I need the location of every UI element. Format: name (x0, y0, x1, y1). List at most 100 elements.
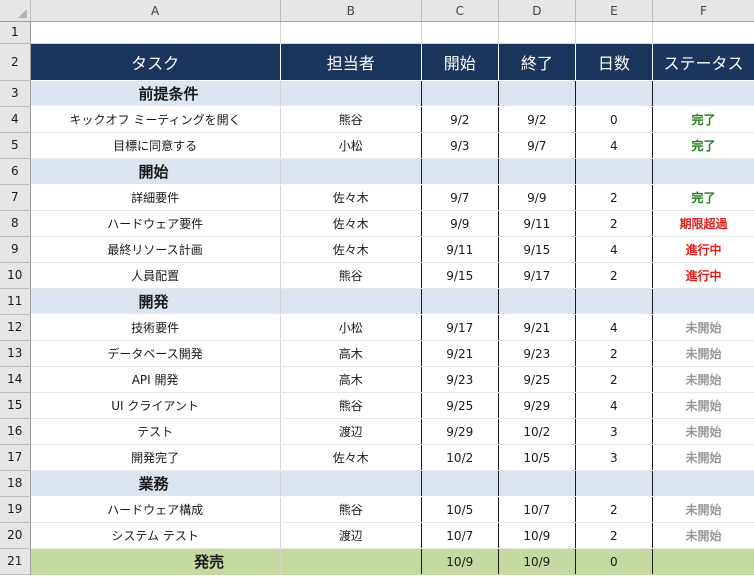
cell-days[interactable]: 2 (575, 522, 653, 549)
row-header[interactable]: 13 (0, 340, 31, 367)
cell-task[interactable]: 開発完了 (30, 444, 281, 471)
cell-start[interactable]: 9/3 (421, 132, 499, 159)
cell-owner[interactable]: 佐々木 (280, 236, 422, 263)
cell-end[interactable] (498, 470, 576, 497)
cell[interactable] (575, 21, 653, 44)
cell-end[interactable]: 10/9 (498, 548, 576, 575)
cell-end[interactable]: 10/9 (498, 522, 576, 549)
cell-start[interactable]: 9/2 (421, 106, 499, 133)
cell-owner[interactable]: 佐々木 (280, 184, 422, 211)
row-header[interactable]: 19 (0, 496, 31, 523)
cell-status[interactable]: 未開始 (652, 444, 754, 471)
header-start[interactable]: 開始 (421, 43, 499, 81)
cell-days[interactable]: 2 (575, 496, 653, 523)
cell-days[interactable]: 3 (575, 418, 653, 445)
cell[interactable] (652, 21, 754, 44)
cell-days[interactable]: 2 (575, 340, 653, 367)
cell-days[interactable] (575, 470, 653, 497)
header-owner[interactable]: 担当者 (280, 43, 422, 81)
cell-status[interactable]: 未開始 (652, 496, 754, 523)
cell-owner[interactable]: 高木 (280, 366, 422, 393)
cell-days[interactable] (575, 288, 653, 315)
cell-owner[interactable]: 高木 (280, 340, 422, 367)
cell-owner[interactable]: 熊谷 (280, 392, 422, 419)
row-header[interactable]: 5 (0, 132, 31, 159)
cell-start[interactable]: 9/11 (421, 236, 499, 263)
cell-task[interactable]: キックオフ ミーティングを開く (30, 106, 281, 133)
column-header-f[interactable]: F (652, 0, 754, 22)
cell-task[interactable]: 技術要件 (30, 314, 281, 341)
cell-task[interactable]: ハードウェア構成 (30, 496, 281, 523)
cell-start[interactable] (421, 80, 499, 107)
cell-status[interactable]: 未開始 (652, 418, 754, 445)
cell-owner[interactable]: 佐々木 (280, 444, 422, 471)
cell-status[interactable]: 未開始 (652, 522, 754, 549)
cell-task[interactable]: 人員配置 (30, 262, 281, 289)
cell-days[interactable]: 3 (575, 444, 653, 471)
cell-start[interactable]: 10/5 (421, 496, 499, 523)
cell-start[interactable]: 9/29 (421, 418, 499, 445)
cell-task[interactable]: 最終リソース計画 (30, 236, 281, 263)
cell-days[interactable]: 0 (575, 106, 653, 133)
cell[interactable] (421, 21, 499, 44)
row-header[interactable]: 21 (0, 548, 31, 575)
row-header[interactable]: 16 (0, 418, 31, 445)
cell-task[interactable]: 発売 (30, 548, 281, 575)
header-days[interactable]: 日数 (575, 43, 653, 81)
cell-status[interactable] (652, 80, 754, 107)
cell-task[interactable]: ハードウェア要件 (30, 210, 281, 237)
column-header-d[interactable]: D (498, 0, 576, 22)
row-header[interactable]: 7 (0, 184, 31, 211)
cell-owner[interactable]: 熊谷 (280, 106, 422, 133)
select-all-corner[interactable] (0, 0, 31, 22)
cell-end[interactable]: 9/7 (498, 132, 576, 159)
cell-status[interactable]: 未開始 (652, 366, 754, 393)
cell-end[interactable]: 9/23 (498, 340, 576, 367)
header-end[interactable]: 終了 (498, 43, 576, 81)
cell-owner[interactable] (280, 80, 422, 107)
cell-end[interactable]: 9/29 (498, 392, 576, 419)
cell-end[interactable]: 9/2 (498, 106, 576, 133)
cell-status[interactable]: 完了 (652, 106, 754, 133)
cell[interactable] (498, 21, 576, 44)
cell-days[interactable]: 2 (575, 184, 653, 211)
spreadsheet[interactable]: A B C D E F 1 2 タスク 担当者 開始 終了 日数 ステータス 3… (0, 0, 754, 577)
cell-end[interactable]: 10/2 (498, 418, 576, 445)
cell-status[interactable]: 未開始 (652, 392, 754, 419)
cell-start[interactable]: 10/7 (421, 522, 499, 549)
cell-start[interactable]: 10/9 (421, 548, 499, 575)
row-header[interactable]: 6 (0, 158, 31, 185)
cell-end[interactable] (498, 288, 576, 315)
cell-owner[interactable]: 熊谷 (280, 262, 422, 289)
row-header[interactable]: 14 (0, 366, 31, 393)
cell-end[interactable]: 9/25 (498, 366, 576, 393)
row-header[interactable]: 20 (0, 522, 31, 549)
column-header-b[interactable]: B (280, 0, 422, 22)
cell-task[interactable]: 業務 (30, 470, 281, 497)
cell-start[interactable]: 9/17 (421, 314, 499, 341)
cell-start[interactable]: 9/15 (421, 262, 499, 289)
column-header-e[interactable]: E (575, 0, 653, 22)
cell-days[interactable]: 4 (575, 132, 653, 159)
row-header[interactable]: 3 (0, 80, 31, 107)
cell-owner[interactable]: 小松 (280, 132, 422, 159)
cell-days[interactable]: 0 (575, 548, 653, 575)
cell-status[interactable] (652, 158, 754, 185)
header-status[interactable]: ステータス (652, 43, 754, 81)
cell-start[interactable] (421, 288, 499, 315)
row-header[interactable]: 17 (0, 444, 31, 471)
cell-task[interactable]: API 開発 (30, 366, 281, 393)
cell-status[interactable]: 未開始 (652, 340, 754, 367)
cell-end[interactable]: 9/21 (498, 314, 576, 341)
cell-status[interactable]: 期限超過 (652, 210, 754, 237)
cell-owner[interactable] (280, 158, 422, 185)
cell-days[interactable]: 4 (575, 236, 653, 263)
row-header[interactable]: 4 (0, 106, 31, 133)
cell-status[interactable] (652, 470, 754, 497)
cell-owner[interactable]: 小松 (280, 314, 422, 341)
cell-start[interactable]: 10/2 (421, 444, 499, 471)
cell-owner[interactable] (280, 470, 422, 497)
cell-owner[interactable]: 佐々木 (280, 210, 422, 237)
cell-status[interactable] (652, 548, 754, 575)
sheet-grid[interactable]: A B C D E F 1 2 タスク 担当者 開始 終了 日数 ステータス 3… (0, 0, 754, 575)
